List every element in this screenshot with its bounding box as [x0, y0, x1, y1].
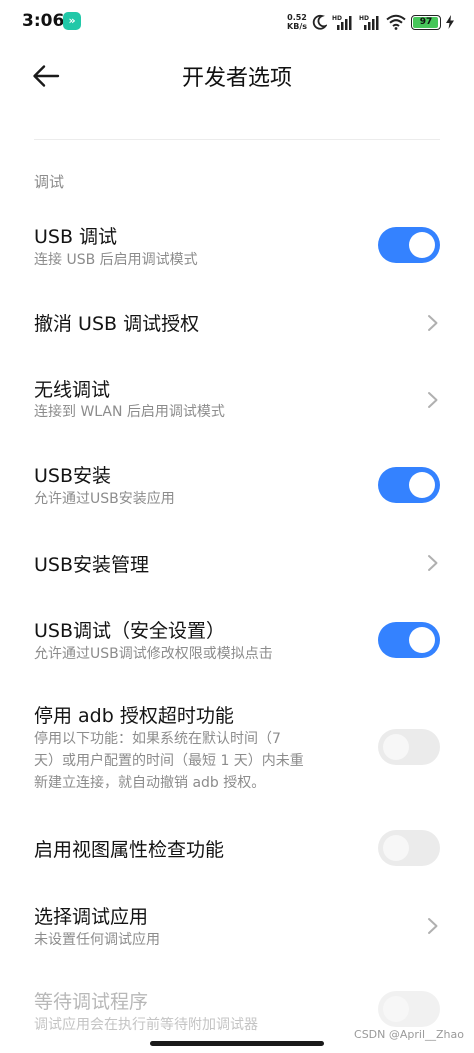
select-debug-app-row[interactable]: 选择调试应用 未设置任何调试应用: [0, 893, 474, 959]
row-title: 选择调试应用: [34, 906, 149, 928]
row-title: USB调试（安全设置）: [34, 620, 226, 642]
row-title: 停用 adb 授权超时功能: [34, 705, 234, 727]
svg-text:HD: HD: [359, 15, 369, 22]
network-speed-unit: KB/s: [287, 22, 307, 31]
row-title: USB安装管理: [34, 554, 150, 576]
header-divider: [34, 139, 440, 140]
usb-debugging-security-toggle[interactable]: [378, 622, 440, 658]
svg-text:HD: HD: [332, 15, 342, 22]
row-title: 等待调试程序: [34, 991, 149, 1013]
row-title: 无线调试: [34, 379, 111, 401]
page-title: 开发者选项: [181, 66, 292, 91]
usb-install-manage-row[interactable]: USB安装管理: [0, 536, 474, 592]
page-header: 开发者选项: [0, 44, 474, 108]
status-time: 3:06: [22, 11, 65, 31]
usb-debugging-security-row[interactable]: USB调试（安全设置） 允许通过USB调试修改权限或模拟点击: [0, 607, 474, 673]
usb-debugging-row[interactable]: USB 调试 连接 USB 后启用调试模式: [0, 215, 474, 283]
network-speed-value: 0.52: [287, 13, 307, 22]
row-subtitle: 允许通过USB调试修改权限或模拟点击: [34, 646, 273, 662]
battery-icon: 97: [411, 14, 441, 30]
row-subtitle-line: 天）或用户配置的时间（最短 1 天）内未重: [34, 753, 304, 769]
signal-icon: HD: [332, 15, 352, 30]
battery-level: 97: [419, 16, 433, 27]
disable-adb-timeout-row[interactable]: 停用 adb 授权超时功能 停用以下功能：如果系统在默认时间（7 天）或用户配置…: [0, 692, 474, 802]
moon-icon: [312, 14, 327, 30]
status-icons: 0.52 KB/s HD HD 97: [287, 10, 454, 34]
section-title: 调试: [34, 173, 65, 191]
row-title: 启用视图属性检查功能: [34, 839, 225, 861]
signal-icon-2: HD: [359, 15, 379, 30]
row-subtitle: 连接到 WLAN 后启用调试模式: [34, 404, 225, 420]
row-subtitle: 连接 USB 后启用调试模式: [34, 252, 198, 268]
view-attribute-inspection-row[interactable]: 启用视图属性检查功能: [0, 822, 474, 878]
row-title: USB安装: [34, 465, 112, 487]
row-title: 撤消 USB 调试授权: [34, 313, 200, 335]
toggle-knob: [383, 996, 409, 1022]
view-attribute-inspection-toggle[interactable]: [378, 830, 440, 866]
toggle-knob: [409, 472, 435, 498]
row-subtitle: 未设置任何调试应用: [34, 932, 160, 948]
row-subtitle: 调试应用会在执行前等待附加调试器: [34, 1017, 258, 1033]
usb-debugging-toggle[interactable]: [378, 227, 440, 263]
charging-icon: [446, 15, 454, 29]
network-speed: 0.52 KB/s: [287, 13, 307, 31]
revoke-usb-auth-row[interactable]: 撤消 USB 调试授权: [0, 296, 474, 352]
toggle-knob: [409, 627, 435, 653]
row-subtitle: 停用以下功能：如果系统在默认时间（7 天）或用户配置的时间（最短 1 天）内未重…: [34, 728, 364, 794]
wait-for-debugger-toggle: [378, 991, 440, 1027]
chevron-right-icon: [428, 392, 438, 408]
chevron-right-icon: [428, 315, 438, 331]
home-indicator[interactable]: [150, 1041, 324, 1046]
toggle-knob: [409, 232, 435, 258]
row-subtitle-line: 停用以下功能：如果系统在默认时间（7: [34, 731, 281, 747]
chevron-right-icon: [428, 555, 438, 571]
usb-install-row[interactable]: USB安装 允许通过USB安装应用: [0, 452, 474, 518]
status-bar: 3:06 » 0.52 KB/s HD HD 97: [0, 0, 474, 44]
toggle-knob: [383, 835, 409, 861]
chevron-right-icon: [428, 918, 438, 934]
wifi-icon: [386, 14, 406, 30]
disable-adb-timeout-toggle[interactable]: [378, 729, 440, 765]
watermark: CSDN @April__Zhao: [354, 1028, 464, 1041]
toggle-knob: [383, 734, 409, 760]
row-subtitle-line: 新建立连接，就自动撤销 adb 授权。: [34, 775, 266, 791]
app-notification-icon: »: [63, 12, 81, 30]
usb-install-toggle[interactable]: [378, 467, 440, 503]
row-title: USB 调试: [34, 226, 118, 248]
row-subtitle: 允许通过USB安装应用: [34, 491, 175, 507]
wireless-debugging-row[interactable]: 无线调试 连接到 WLAN 后启用调试模式: [0, 366, 474, 432]
